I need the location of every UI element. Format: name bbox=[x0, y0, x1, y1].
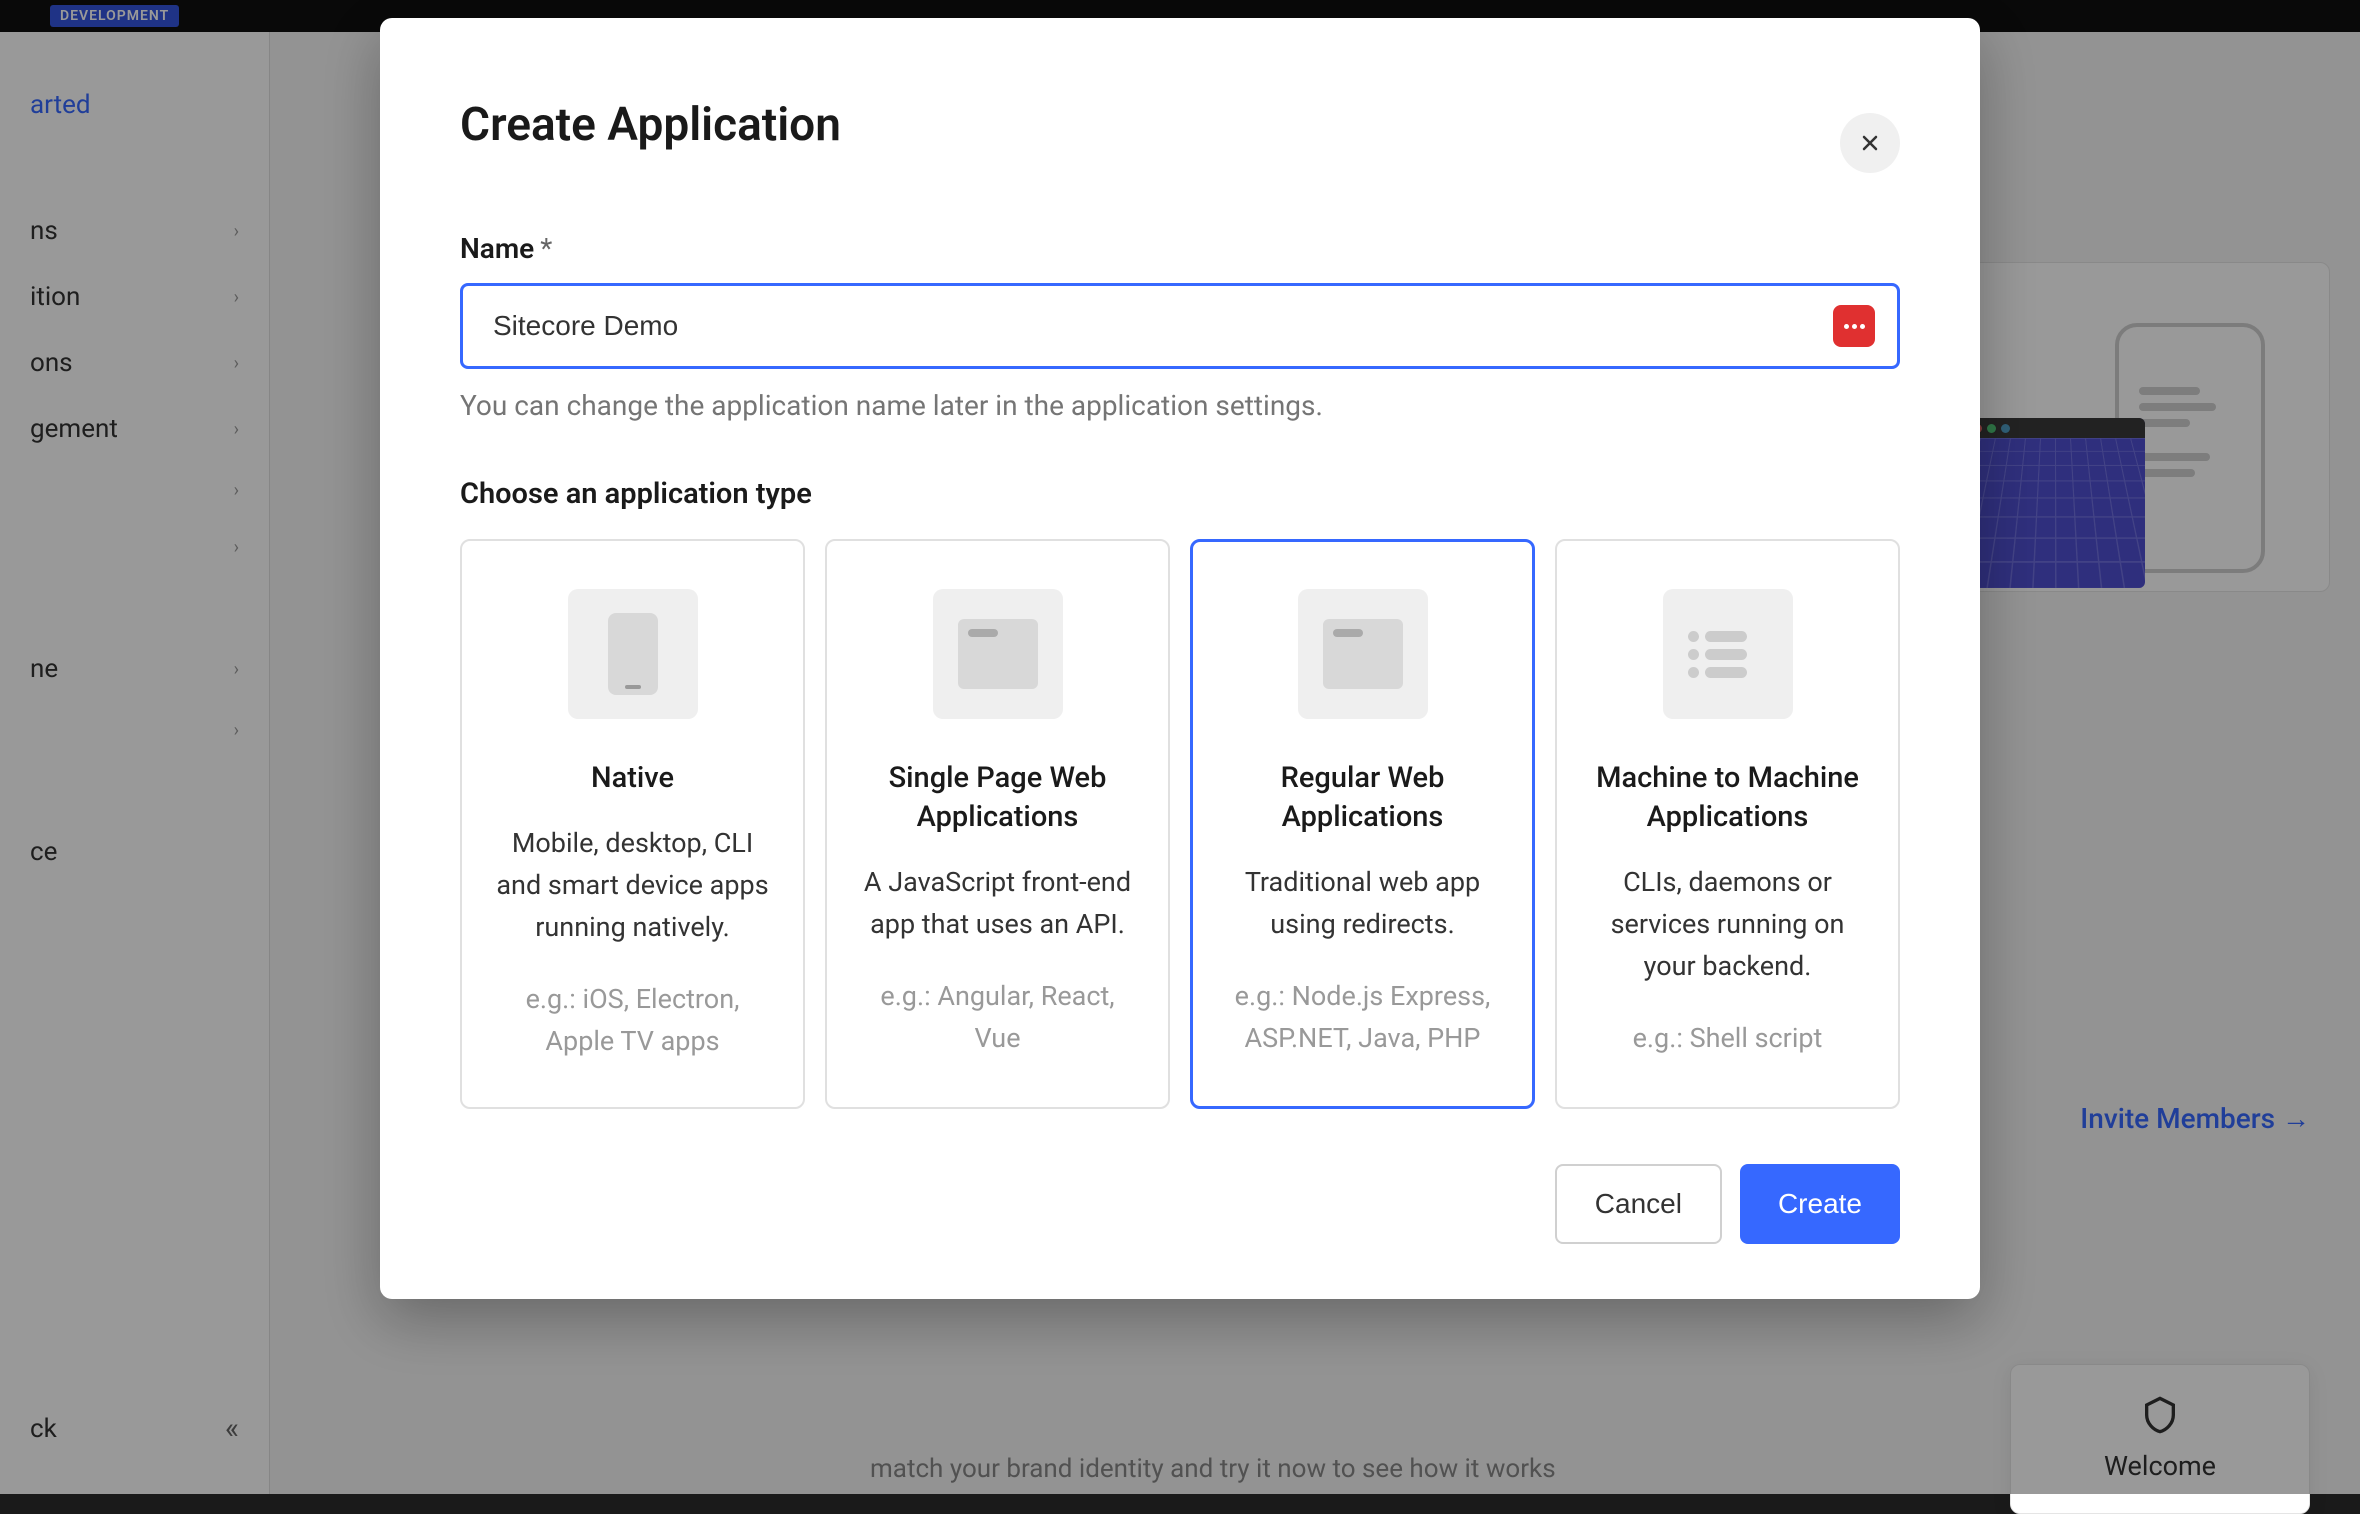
type-card-spa[interactable]: Single Page Web Applications A JavaScrip… bbox=[825, 539, 1170, 1109]
type-title: Regular Web Applications bbox=[1220, 759, 1505, 837]
cancel-button[interactable]: Cancel bbox=[1555, 1164, 1722, 1244]
type-card-m2m[interactable]: Machine to Machine Applications CLIs, da… bbox=[1555, 539, 1900, 1109]
web-icon bbox=[1298, 589, 1428, 719]
required-indicator: * bbox=[540, 232, 552, 265]
type-desc: A JavaScript front-end app that uses an … bbox=[855, 862, 1140, 946]
name-label: Name bbox=[460, 232, 534, 265]
native-icon bbox=[568, 589, 698, 719]
type-title: Single Page Web Applications bbox=[855, 759, 1140, 837]
type-example: e.g.: Angular, React, Vue bbox=[855, 976, 1140, 1060]
type-title: Native bbox=[490, 759, 775, 798]
close-button[interactable] bbox=[1840, 113, 1900, 173]
type-desc: Traditional web app using redirects. bbox=[1220, 862, 1505, 946]
application-type-grid: Native Mobile, desktop, CLI and smart de… bbox=[460, 539, 1900, 1109]
create-button[interactable]: Create bbox=[1740, 1164, 1900, 1244]
name-hint: You can change the application name late… bbox=[460, 389, 1900, 422]
close-icon bbox=[1860, 133, 1880, 153]
modal-title: Create Application bbox=[460, 98, 1900, 152]
name-input[interactable] bbox=[460, 283, 1900, 369]
type-title: Machine to Machine Applications bbox=[1585, 759, 1870, 837]
type-desc: Mobile, desktop, CLI and smart device ap… bbox=[490, 823, 775, 949]
type-example: e.g.: iOS, Electron, Apple TV apps bbox=[490, 979, 775, 1063]
type-card-native[interactable]: Native Mobile, desktop, CLI and smart de… bbox=[460, 539, 805, 1109]
type-example: e.g.: Shell script bbox=[1585, 1018, 1870, 1060]
spa-icon bbox=[933, 589, 1063, 719]
type-card-regular-web[interactable]: Regular Web Applications Traditional web… bbox=[1190, 539, 1535, 1109]
modal-footer: Cancel Create bbox=[460, 1164, 1900, 1244]
type-desc: CLIs, daemons or services running on you… bbox=[1585, 862, 1870, 988]
create-application-modal: Create Application Name * You can change… bbox=[380, 18, 1980, 1299]
m2m-icon bbox=[1663, 589, 1793, 719]
type-section-label: Choose an application type bbox=[460, 477, 1900, 511]
type-example: e.g.: Node.js Express, ASP.NET, Java, PH… bbox=[1220, 976, 1505, 1060]
password-manager-icon[interactable] bbox=[1833, 305, 1875, 347]
